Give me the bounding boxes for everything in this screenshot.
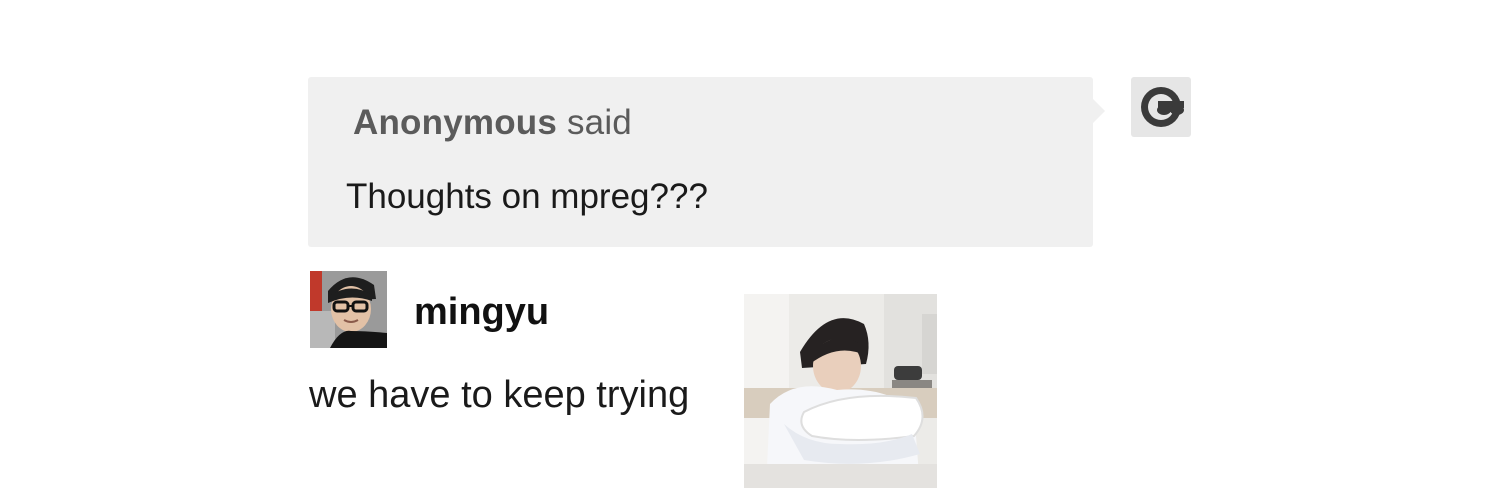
user-photo — [310, 271, 387, 348]
answerer-avatar[interactable] — [310, 271, 387, 348]
answer-photo — [744, 294, 937, 488]
asker-line: Anonymous said — [353, 103, 632, 143]
pillow-photo — [744, 294, 937, 488]
anonymous-avatar[interactable] — [1131, 77, 1191, 137]
question-text: Thoughts on mpreg??? — [346, 177, 708, 216]
sunglasses-anon-icon — [1141, 87, 1184, 127]
asker-verb: said — [566, 103, 632, 142]
answer-text: we have to keep trying — [309, 374, 690, 416]
answerer-username[interactable]: mingyu — [414, 291, 549, 334]
asker-name[interactable]: Anonymous — [353, 103, 557, 142]
ask-bubble: Anonymous said Thoughts on mpreg??? — [308, 77, 1105, 247]
